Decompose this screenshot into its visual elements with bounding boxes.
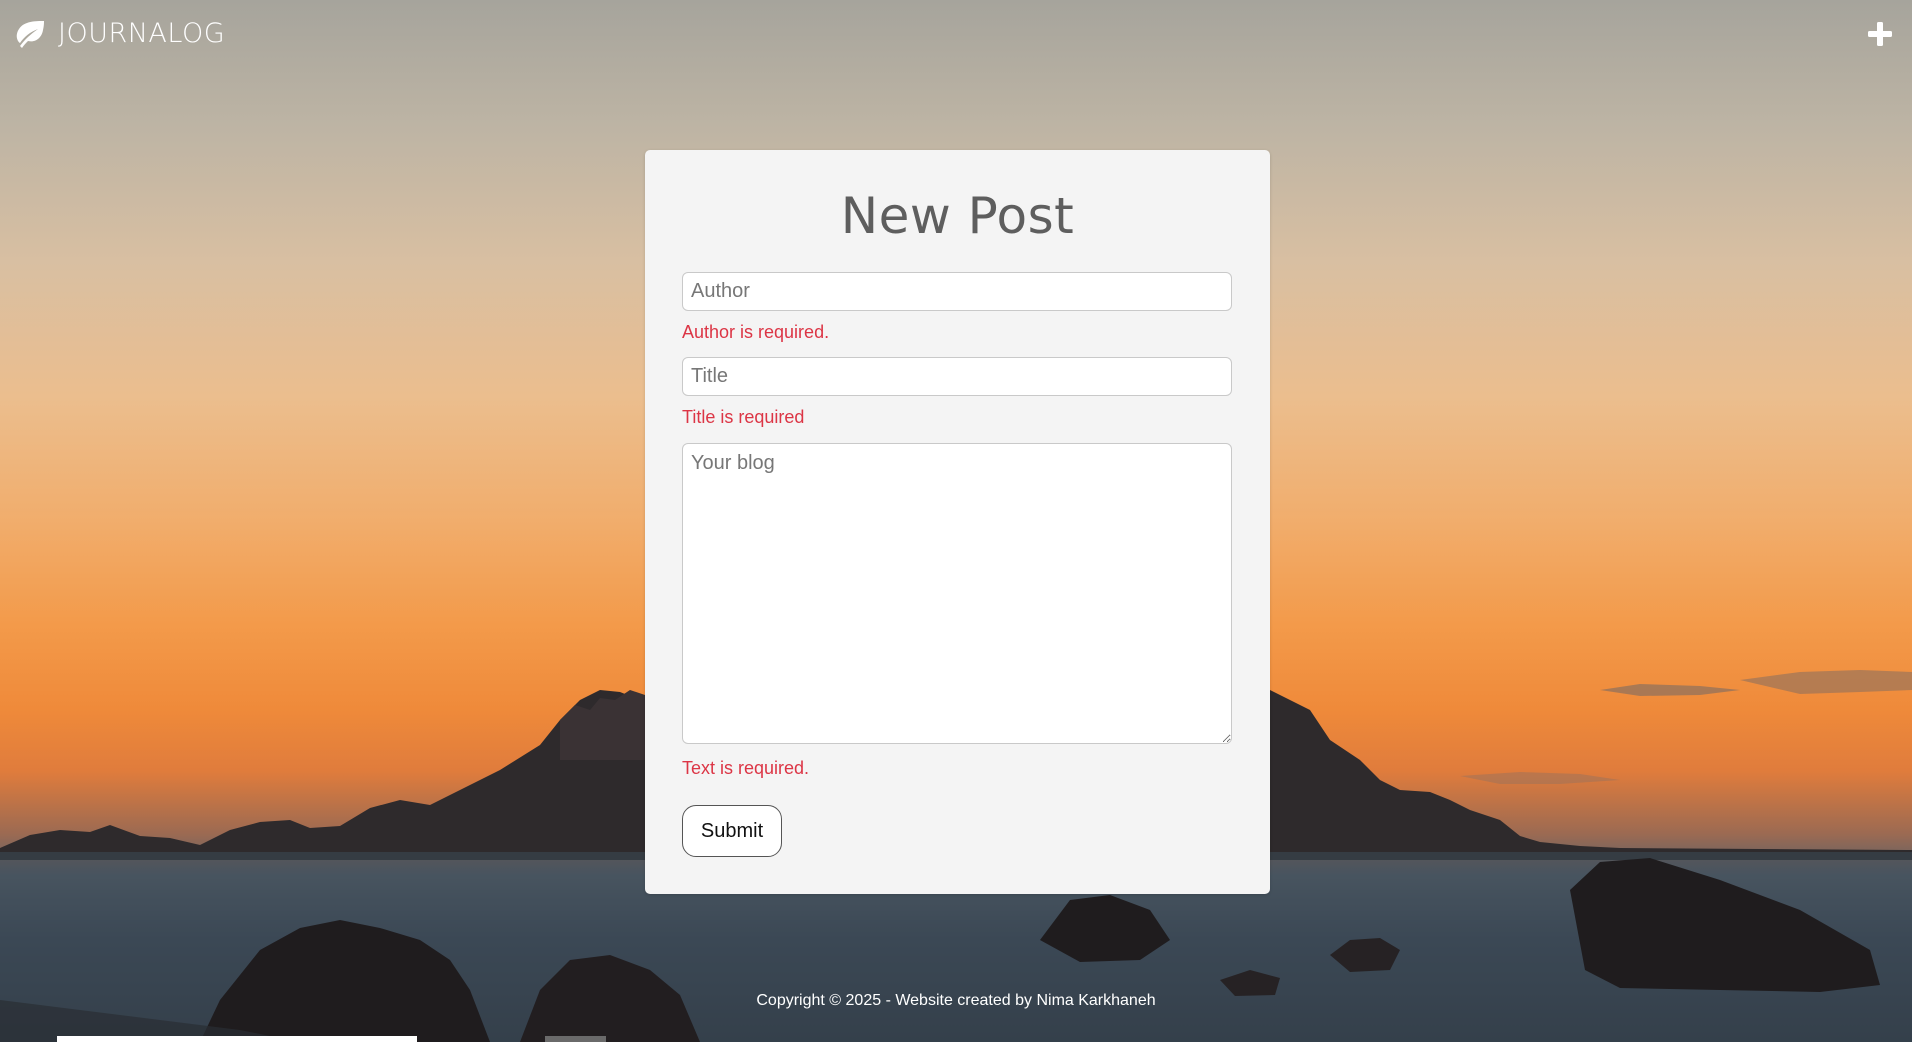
- brand-link[interactable]: JOURNALOG: [14, 18, 225, 49]
- navbar: JOURNALOG: [0, 0, 1912, 72]
- author-input[interactable]: [682, 272, 1232, 311]
- leaf-icon: [16, 20, 44, 48]
- blog-textarea[interactable]: [682, 443, 1232, 744]
- title-error-message: Title is required: [682, 407, 805, 427]
- footer-copyright: Copyright © 2025 - Website created by Ni…: [756, 992, 1156, 1009]
- bottom-strip-right: [545, 1036, 606, 1042]
- page: JOURNALOG New Post Author is required. T…: [0, 0, 1912, 1042]
- page-title: New Post: [840, 187, 1075, 245]
- title-input[interactable]: [682, 357, 1232, 396]
- new-post-card: New Post Author is required. Title is re…: [645, 150, 1270, 894]
- bottom-strip-left: [57, 1036, 417, 1042]
- plus-icon[interactable]: [1866, 20, 1894, 48]
- text-error-message: Text is required.: [682, 758, 810, 778]
- brand-name: JOURNALOG: [58, 18, 226, 49]
- submit-button[interactable]: Submit: [682, 805, 782, 857]
- author-error-message: Author is required.: [682, 322, 830, 342]
